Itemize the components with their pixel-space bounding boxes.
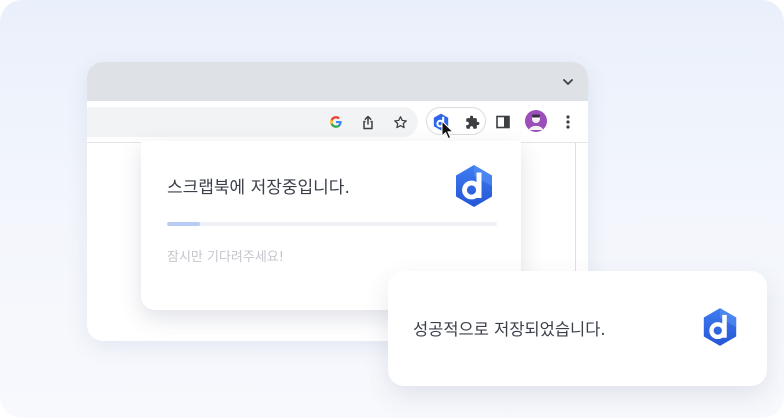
google-icon[interactable] [325,111,347,133]
browser-toolbar [87,101,588,142]
bookmark-star-icon[interactable] [389,111,411,133]
chevron-down-icon[interactable] [561,75,575,89]
save-progress-bar [167,222,497,226]
side-panel-icon[interactable] [492,111,514,133]
puzzle-icon[interactable] [461,111,483,133]
tab-strip [87,62,588,101]
kebab-menu-icon[interactable] [557,111,579,133]
profile-figure-icon [529,114,543,130]
success-notification-card: 성공적으로 저장되었습니다. [388,271,767,386]
brand-logo-icon [703,308,737,346]
brand-logo-icon [456,165,492,207]
save-progress-fill [167,222,200,226]
profile-avatar[interactable] [525,110,547,132]
success-title: 성공적으로 저장되었습니다. [413,320,606,339]
mouse-cursor-icon [441,120,454,140]
saving-subtitle: 잠시만 기다려주세요! [167,250,284,265]
saving-title: 스크랩북에 저장중입니다. [167,178,350,198]
share-icon[interactable] [357,111,379,133]
